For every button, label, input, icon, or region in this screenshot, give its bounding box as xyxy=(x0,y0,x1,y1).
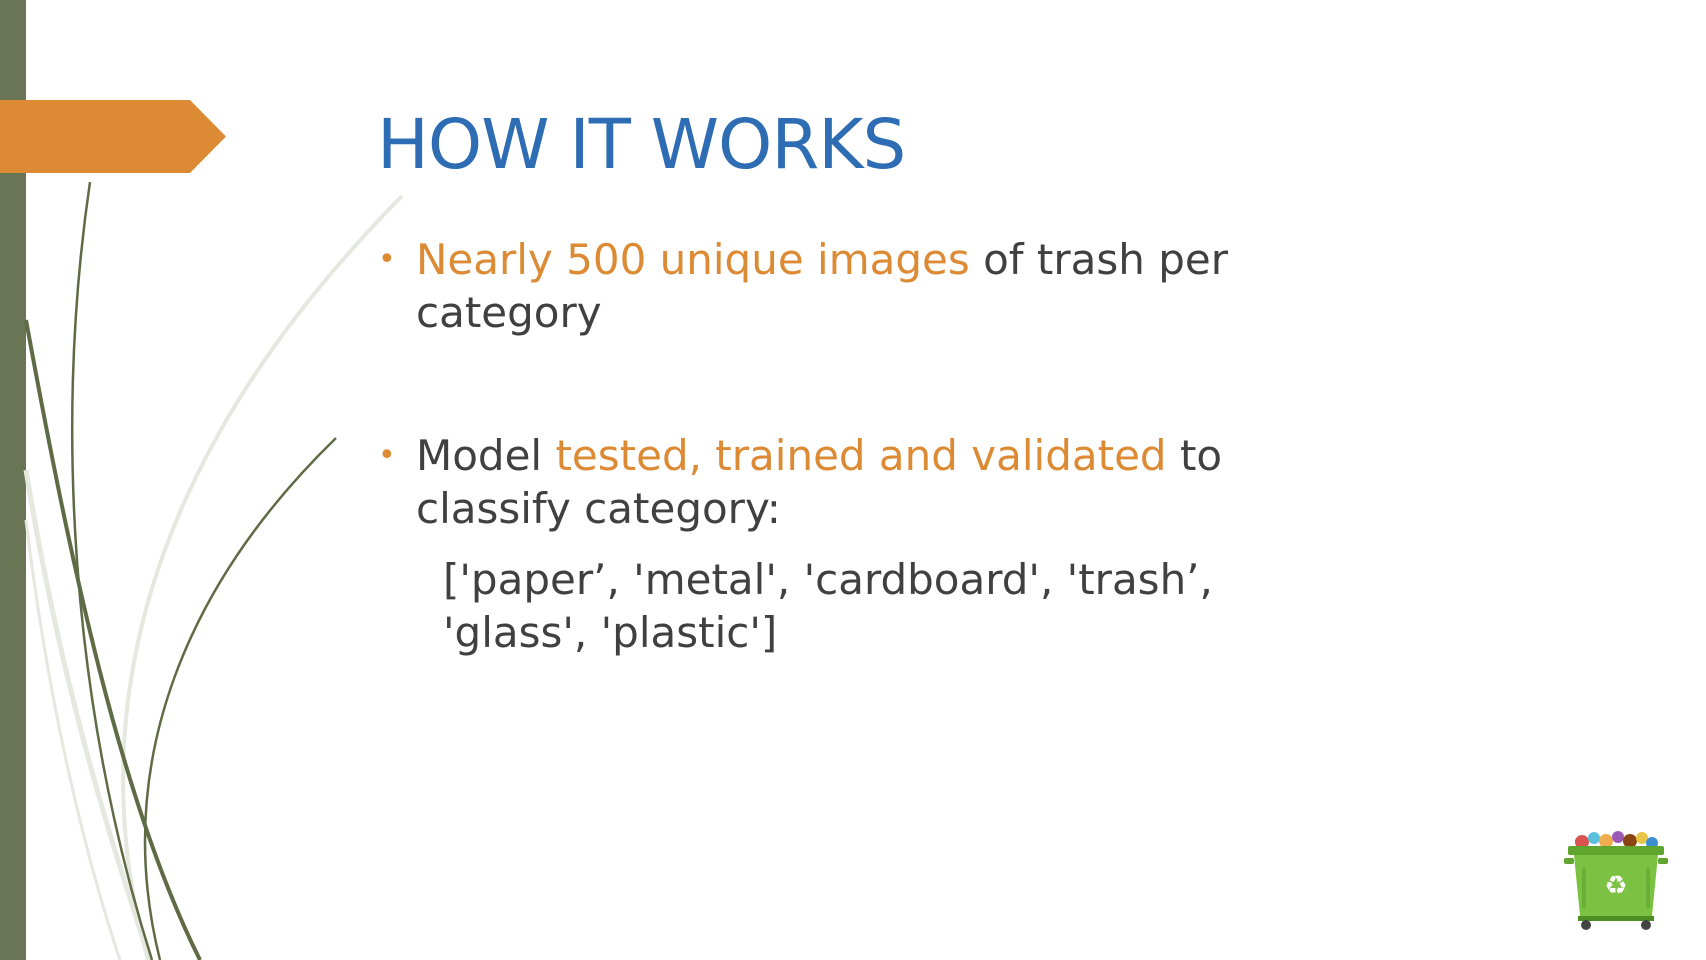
bullet-dot: • xyxy=(378,242,396,277)
recycling-bin-icon: ♻ xyxy=(1564,831,1668,930)
slide: HOW IT WORKS • Nearly 500 unique images … xyxy=(0,0,1706,960)
bullet-text: Model tested, trained and validated to c… xyxy=(416,429,1278,535)
arrow-tab-decoration xyxy=(0,100,226,173)
grass-blade-dark xyxy=(24,319,202,960)
recycle-symbol-icon: ♻ xyxy=(1604,871,1627,901)
category-list: ['paper’, 'metal', 'cardboard', 'trash’,… xyxy=(443,555,1213,657)
grass-blade-light xyxy=(121,194,404,960)
grass-blade-light xyxy=(24,519,122,960)
highlight-text: tested, trained and validated xyxy=(555,431,1167,480)
highlight-text: Nearly 500 unique images xyxy=(416,235,970,284)
grass-blade-dark xyxy=(143,437,337,960)
bullet-item: • Model tested, trained and validated to… xyxy=(378,429,1278,535)
body-text: Model xyxy=(416,431,556,480)
bullet-item: • Nearly 500 unique images of trash per … xyxy=(378,233,1278,339)
bullet-text: Nearly 500 unique images of trash per ca… xyxy=(416,233,1278,339)
slide-title: HOW IT WORKS xyxy=(377,105,906,185)
bullet-dot: • xyxy=(378,438,396,473)
